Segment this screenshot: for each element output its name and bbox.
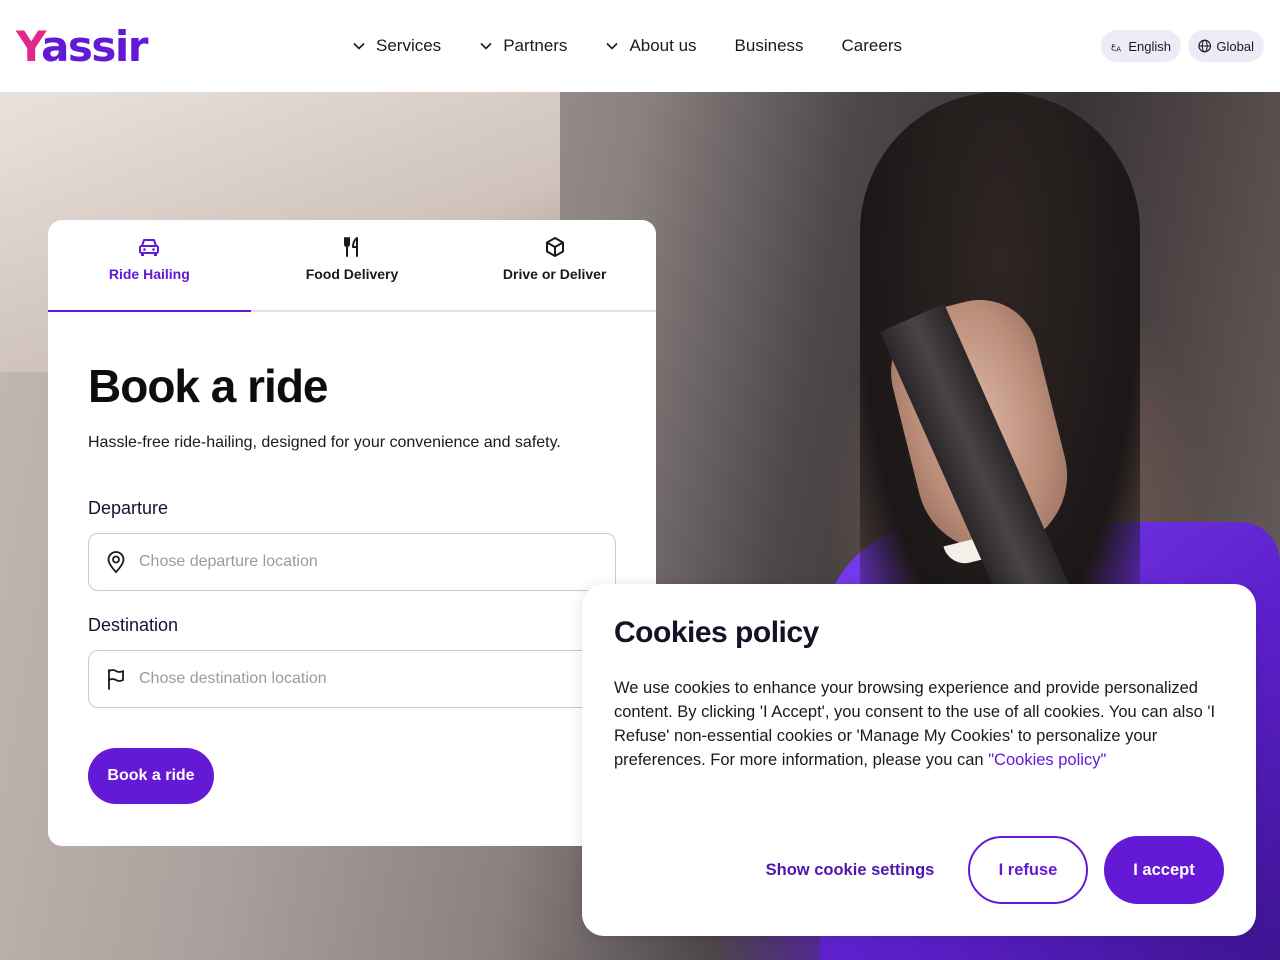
svg-text:A: A	[1116, 44, 1121, 53]
tab-drive-or-deliver[interactable]: Drive or Deliver	[453, 220, 656, 310]
logo-y-letter: Y	[16, 21, 43, 71]
page-subtitle: Hassle-free ride-hailing, designed for y…	[88, 434, 561, 451]
tab-label: Food Delivery	[305, 266, 399, 282]
nav-item-label: Careers	[841, 36, 902, 55]
page-title: Book a ride	[88, 360, 329, 412]
main-nav: Services Partners About us Business Care…	[352, 0, 902, 92]
language-selector[interactable]: عA English	[1101, 30, 1181, 62]
cookie-consent-dialog: Cookies policy We use cookies to enhance…	[582, 584, 1256, 936]
accept-cookies-button[interactable]: I accept	[1104, 836, 1224, 904]
region-label: Global	[1216, 38, 1254, 54]
fork-knife-icon	[344, 237, 358, 257]
language-label: English	[1128, 38, 1171, 54]
package-icon	[545, 237, 564, 257]
show-cookie-settings-button[interactable]: Show cookie settings	[750, 836, 950, 904]
destination-label: Destination	[88, 615, 179, 635]
destination-input[interactable]	[139, 670, 579, 688]
logo-rest: assir	[41, 21, 148, 71]
translate-icon: عA	[1111, 42, 1121, 53]
departure-label: Departure	[88, 498, 169, 518]
yassir-logo[interactable]: Yassir	[16, 21, 149, 71]
cookie-policy-link[interactable]: "Cookies policy"	[988, 751, 1106, 769]
cookie-title: Cookies policy	[614, 616, 819, 649]
tab-food-delivery[interactable]: Food Delivery	[251, 220, 454, 310]
nav-item-label: Business	[734, 36, 804, 55]
booking-form: Book a ride Hassle-free ride-hailing, de…	[48, 312, 656, 804]
cookie-text: We use cookies to enhance your browsing …	[614, 676, 1220, 772]
cookie-description: We use cookies to enhance your browsing …	[614, 679, 1216, 769]
tab-label: Drive or Deliver	[502, 266, 607, 282]
booking-card: Ride Hailing Food Delivery Drive or Deli…	[48, 220, 656, 846]
location-pin-icon	[107, 551, 125, 574]
nav-item-partners[interactable]: Partners	[479, 26, 567, 66]
region-selector[interactable]: Global	[1188, 30, 1264, 62]
departure-field[interactable]	[88, 533, 616, 591]
nav-item-about-us[interactable]: About us	[605, 26, 697, 66]
chevron-down-icon	[606, 42, 619, 50]
flag-icon	[108, 669, 124, 690]
globe-icon	[1198, 39, 1212, 53]
book-ride-button[interactable]: Book a ride	[88, 748, 214, 804]
destination-field[interactable]	[88, 650, 616, 708]
nav-item-services[interactable]: Services	[352, 26, 441, 66]
tab-ride-hailing[interactable]: Ride Hailing	[48, 220, 251, 312]
car-icon	[139, 239, 160, 256]
nav-item-careers[interactable]: Careers	[842, 26, 902, 66]
tab-label: Ride Hailing	[108, 266, 190, 282]
cookie-actions: Show cookie settings I refuse I accept	[582, 836, 1256, 904]
nav-item-label: About us	[629, 36, 697, 55]
nav-item-label: Services	[376, 36, 442, 55]
departure-input[interactable]	[139, 553, 579, 571]
refuse-cookies-button[interactable]: I refuse	[968, 836, 1088, 904]
nav-item-label: Partners	[503, 36, 568, 55]
nav-item-business[interactable]: Business	[735, 26, 804, 66]
chevron-down-icon	[353, 42, 365, 50]
chevron-down-icon	[480, 42, 492, 50]
site-header: Yassir Services Partners About us Busine…	[0, 0, 1280, 92]
service-tabs: Ride Hailing Food Delivery Drive or Deli…	[48, 220, 656, 312]
